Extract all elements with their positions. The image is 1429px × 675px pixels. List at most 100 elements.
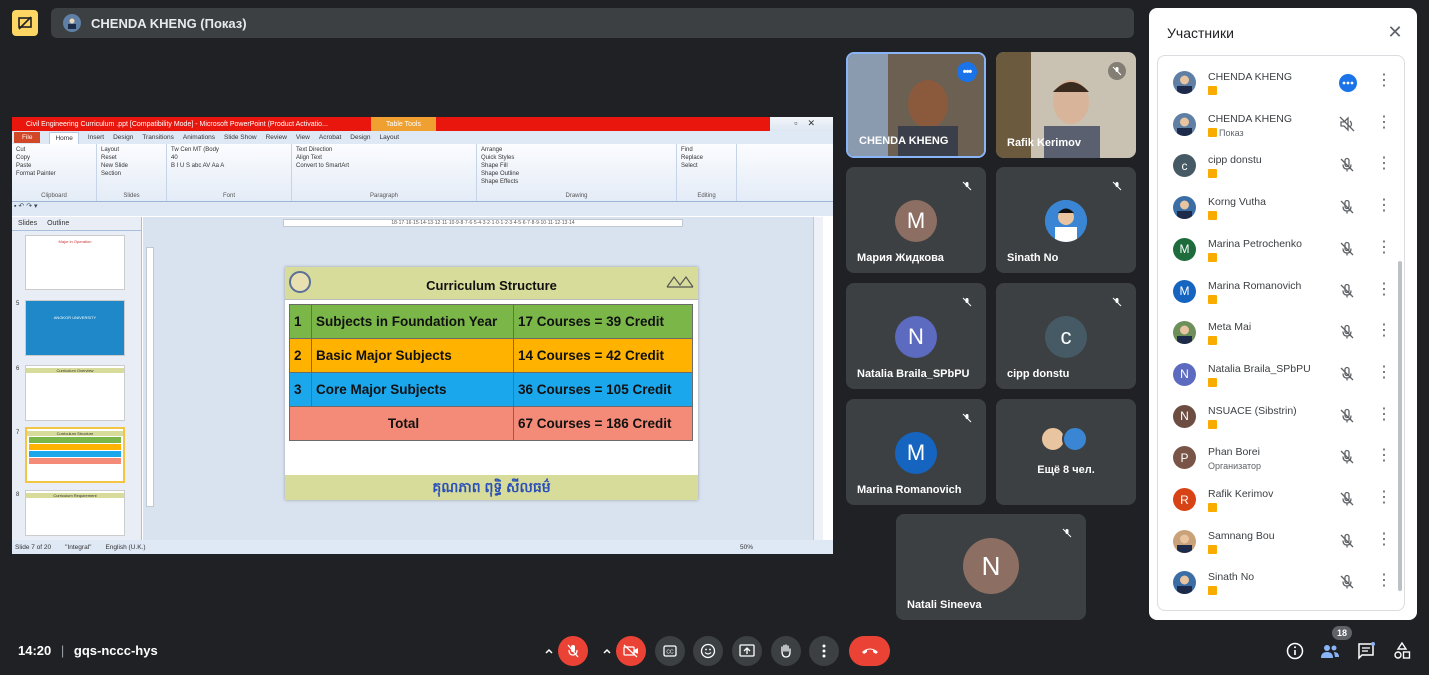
participant-row[interactable]: Sinath No ⋮ xyxy=(1158,565,1404,605)
presentation-badge-icon xyxy=(1208,336,1217,346)
mic-off-icon[interactable] xyxy=(1339,366,1355,382)
more-vert-icon[interactable]: ⋮ xyxy=(1376,196,1392,216)
status-zoom: 50% xyxy=(739,543,753,551)
participant-subtitle: Организатор xyxy=(1208,461,1261,471)
more-vert-icon[interactable]: ⋮ xyxy=(1376,238,1392,258)
leave-call-button[interactable] xyxy=(849,636,890,666)
mic-off-icon[interactable] xyxy=(1339,157,1355,173)
present-icon xyxy=(739,644,755,657)
participant-name: Marina Petrochenko xyxy=(1208,237,1302,250)
mic-off-icon[interactable] xyxy=(1339,408,1355,424)
video-tile[interactable]: M Marina Romanovich xyxy=(846,399,986,505)
tab-insert: Insert xyxy=(87,134,105,141)
raise-hand-button[interactable] xyxy=(771,636,801,666)
more-vert-icon[interactable]: ⋮ xyxy=(1376,363,1392,383)
more-vert-icon[interactable]: ⋮ xyxy=(1376,280,1392,300)
more-vert-icon[interactable]: ⋮ xyxy=(1376,154,1392,174)
mic-off-icon xyxy=(1108,62,1126,80)
more-vert-icon[interactable]: ⋮ xyxy=(1376,488,1392,508)
participant-name: CHENDA KHENG xyxy=(1208,112,1293,125)
participant-row[interactable]: Korng Vutha ⋮ xyxy=(1158,190,1404,230)
video-tile[interactable]: Rafik Kerimov xyxy=(996,52,1136,158)
participant-row[interactable]: N Natalia Braila_SPbPU ⋮ xyxy=(1158,357,1404,397)
participant-row[interactable]: R Rafik Kerimov ⋮ xyxy=(1158,482,1404,522)
slides-panel: Slides Outline Major in Operation 5 ANGK… xyxy=(12,217,142,540)
tile-name: Marina Romanovich xyxy=(857,484,962,496)
tile-name: CHENDA KHENG xyxy=(859,135,949,147)
ribbon-group-label: Paragraph xyxy=(369,193,399,199)
present-screen-button[interactable] xyxy=(732,636,762,666)
slide-thumbnail: Major in Operation xyxy=(25,235,125,290)
video-tile[interactable]: Sinath No xyxy=(996,167,1136,273)
mic-off-icon[interactable] xyxy=(1339,574,1355,590)
table-row: 1 Subjects in Foundation Year 17 Courses… xyxy=(289,304,693,339)
more-options-button[interactable] xyxy=(809,636,839,666)
more-vert-icon[interactable]: ⋮ xyxy=(1376,405,1392,425)
thumb-title: Curriculum Structure xyxy=(27,431,123,436)
people-icon[interactable] xyxy=(1318,639,1342,663)
mic-off-icon xyxy=(1108,177,1126,195)
more-vert-icon[interactable]: ⋮ xyxy=(1376,113,1392,133)
participant-row[interactable]: c cipp donstu ⋮ xyxy=(1158,148,1404,188)
participant-row[interactable]: Samnang Bou ⋮ xyxy=(1158,524,1404,564)
tab-review: Review xyxy=(265,134,287,141)
participant-row[interactable]: M Marina Petrochenko ⋮ xyxy=(1158,232,1404,272)
mic-toggle-button[interactable] xyxy=(558,636,588,666)
ppt-workspace: Slides Outline Major in Operation 5 ANGK… xyxy=(12,217,833,540)
video-tile[interactable]: N Natalia Braila_SPbPU xyxy=(846,283,986,389)
reactions-button[interactable] xyxy=(693,636,723,666)
participant-subtitle: Показ xyxy=(1208,128,1244,138)
participant-subtitle xyxy=(1208,419,1219,429)
tile-name: Мария Жидкова xyxy=(857,252,944,264)
participant-name: Phan Borei xyxy=(1208,446,1260,459)
presentation-icon[interactable] xyxy=(12,10,38,36)
captions-button[interactable]: CC xyxy=(655,636,685,666)
more-vert-icon[interactable]: ⋮ xyxy=(1376,446,1392,466)
slide-header: Curriculum Structure xyxy=(285,267,698,300)
mic-off-icon[interactable] xyxy=(1339,491,1355,507)
chat-icon[interactable] xyxy=(1354,639,1378,663)
mic-off-icon[interactable] xyxy=(1339,241,1355,257)
video-tile[interactable]: M Мария Жидкова xyxy=(846,167,986,273)
participant-name: CHENDA KHENG xyxy=(1208,71,1293,83)
close-icon[interactable]: ✕ xyxy=(1385,22,1405,42)
mic-off-icon xyxy=(958,293,976,311)
ppt-ribbon: Cut Copy Paste Format Painter Clipboard … xyxy=(12,144,833,202)
participant-role: Показ xyxy=(1219,127,1244,138)
more-vert-icon[interactable]: ⋮ xyxy=(1376,71,1392,91)
camera-toggle-button[interactable] xyxy=(616,636,646,666)
participant-row[interactable]: N NSUACE (Sibstrin) ⋮ xyxy=(1158,399,1404,439)
participant-row[interactable]: CHENDA KHENG ⋮ xyxy=(1158,65,1404,105)
row-credit: 17 Courses = 39 Credit xyxy=(513,304,693,339)
more-vert-icon[interactable]: ⋮ xyxy=(1376,530,1392,550)
more-options-icon[interactable]: ••• xyxy=(957,62,977,82)
more-participants-tile[interactable]: Ещё 8 чел. xyxy=(996,399,1136,505)
participant-row[interactable]: M Marina Romanovich ⋮ xyxy=(1158,274,1404,314)
video-tile[interactable]: ••• CHENDA KHENG xyxy=(846,52,986,158)
mic-off-icon[interactable] xyxy=(1339,283,1355,299)
participant-row[interactable]: Meta Mai ⋮ xyxy=(1158,315,1404,355)
slide-title: Curriculum Structure xyxy=(426,278,557,293)
participant-row[interactable]: P Phan Borei Организатор ⋮ xyxy=(1158,440,1404,480)
mic-off-icon xyxy=(1058,524,1076,542)
mic-off-icon[interactable] xyxy=(1339,449,1355,465)
volume-off-icon[interactable] xyxy=(1339,116,1355,132)
more-vert-icon[interactable]: ⋮ xyxy=(1376,571,1392,591)
presenter-avatar xyxy=(63,14,81,32)
info-icon[interactable] xyxy=(1283,639,1307,663)
video-tile[interactable]: c cipp donstu xyxy=(996,283,1136,389)
chevron-up-icon[interactable] xyxy=(596,636,618,666)
participant-name: Korng Vutha xyxy=(1208,196,1266,209)
mic-off-icon[interactable] xyxy=(1339,199,1355,215)
avatar: M xyxy=(1173,279,1196,303)
participant-row[interactable]: CHENDA KHENG Показ ⋮ xyxy=(1158,107,1404,147)
chevron-up-icon[interactable] xyxy=(538,636,560,666)
speaking-icon[interactable] xyxy=(1339,74,1357,92)
ribbon-item: Shape Effects xyxy=(481,179,519,185)
mic-off-icon[interactable] xyxy=(1339,533,1355,549)
more-vert-icon[interactable]: ⋮ xyxy=(1376,321,1392,341)
activities-icon[interactable] xyxy=(1390,639,1414,663)
mic-off-icon[interactable] xyxy=(1339,324,1355,340)
video-tile[interactable]: N Natali Sineeva xyxy=(896,514,1086,620)
avatar: R xyxy=(1173,488,1196,511)
